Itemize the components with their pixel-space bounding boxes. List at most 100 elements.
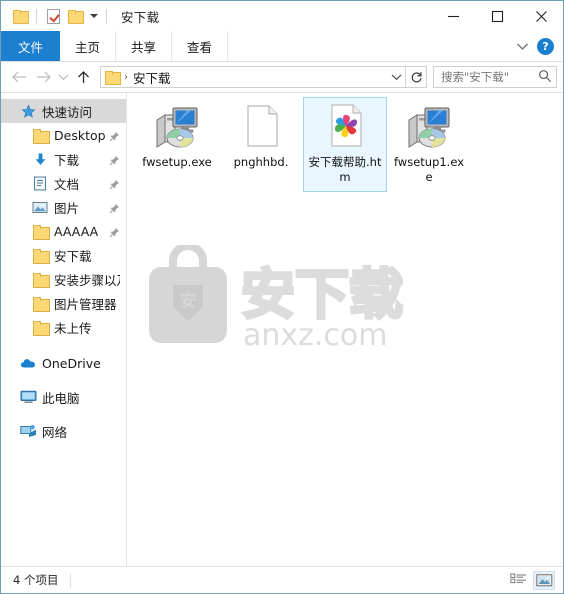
document-icon (31, 175, 49, 191)
chevron-down-icon[interactable] (515, 39, 529, 53)
sidebar-item-documents[interactable]: 文档 (1, 171, 126, 195)
file-item[interactable]: fwsetup1.exe (387, 97, 471, 192)
sidebar-item-downloads[interactable]: 下载 (1, 147, 126, 171)
search-icon[interactable] (538, 68, 552, 87)
breadcrumb-dropdown-icon[interactable] (387, 67, 405, 87)
folder-icon (31, 223, 50, 240)
back-button[interactable] (7, 65, 31, 89)
folder-icon (31, 127, 50, 144)
explorer-body: 快速访问 Desktop 下载 文档 图片 AAAAA 安下载 安装步骤以 图片… (1, 92, 563, 566)
tab-file[interactable]: 文件 (1, 31, 61, 61)
sidebar-item-quick-access[interactable]: 快速访问 (1, 99, 126, 123)
large-icons-view-icon[interactable] (533, 570, 555, 590)
file-list-pane[interactable]: 安 安下载 anxz.com fwsetup.exe pnghhbd. 安下载帮… (127, 93, 563, 566)
pin-icon[interactable] (109, 226, 120, 237)
status-divider (70, 572, 72, 588)
tab-home[interactable]: 主页 (60, 31, 117, 61)
tab-view[interactable]: 查看 (172, 31, 229, 61)
folder-properties-icon[interactable] (10, 6, 30, 26)
setup-exe-icon (405, 102, 453, 150)
download-icon (31, 151, 49, 167)
file-name: fwsetup.exe (142, 155, 212, 169)
close-button[interactable] (519, 1, 563, 31)
file-item[interactable]: fwsetup.exe (135, 97, 219, 192)
breadcrumb-folder-icon (105, 71, 121, 85)
folder-icon (31, 247, 50, 264)
sidebar-item-this-pc[interactable]: 此电脑 (1, 385, 126, 409)
sidebar-item-not-uploaded[interactable]: 未上传 (1, 315, 126, 339)
sidebar-item-label: 文档 (54, 176, 80, 192)
file-grid: fwsetup.exe pnghhbd. 安下载帮助.htm fwsetup1.… (135, 97, 471, 192)
file-name: fwsetup1.exe (393, 155, 465, 184)
folder-icon (31, 271, 50, 288)
sidebar-item-label: 未上传 (54, 320, 92, 336)
site-watermark: 安 安下载 anxz.com (145, 242, 411, 357)
sidebar-item-install-steps[interactable]: 安装步骤以及 (1, 267, 126, 291)
sidebar-item-label: 安装步骤以及 (54, 272, 120, 288)
file-item[interactable]: pnghhbd. (219, 97, 303, 192)
title-bar: 安下载 (1, 1, 563, 31)
sidebar-gap-2 (1, 375, 126, 385)
pin-icon[interactable] (109, 178, 120, 189)
file-name: pnghhbd. (233, 155, 289, 169)
address-bar: › 安下载 搜索"安下载" (1, 62, 563, 92)
view-mode-buttons (507, 570, 555, 590)
sidebar-item-label: OneDrive (42, 355, 101, 371)
setup-exe-icon (153, 102, 201, 150)
status-bar: 4 个项目 (1, 566, 563, 593)
pin-icon[interactable] (109, 130, 120, 141)
html-chrome-icon (321, 102, 369, 150)
breadcrumb-separator[interactable]: › (122, 72, 133, 83)
search-input[interactable]: 搜索"安下载" (433, 66, 557, 88)
pin-icon[interactable] (109, 154, 120, 165)
sidebar-item-label: 图片 (54, 200, 80, 216)
up-button[interactable] (71, 65, 95, 89)
sidebar-item-label: Desktop (54, 127, 106, 143)
folder-icon (31, 295, 50, 312)
pin-icon[interactable] (109, 202, 120, 213)
svg-text:安: 安 (180, 292, 197, 312)
sidebar-item-aaaaa[interactable]: AAAAA (1, 219, 126, 243)
sidebar-gap-1 (1, 339, 126, 351)
sidebar-gap-3 (1, 409, 126, 419)
breadcrumb-path[interactable]: 安下载 (133, 68, 171, 87)
svg-text:安下载: 安下载 (241, 263, 403, 326)
item-count-label: 4 个项目 (13, 573, 59, 587)
file-explorer-window: 安下载 文件 主页 共享 查看 ? › 安下载 搜索"安下载" 快速访问 Des… (0, 0, 564, 594)
sidebar-item-label: 安下载 (54, 248, 92, 264)
breadcrumb[interactable]: › 安下载 (100, 66, 427, 88)
ribbon-tab-bar: 文件 主页 共享 查看 ? (1, 31, 563, 62)
forward-button[interactable] (31, 65, 55, 89)
new-folder-icon[interactable] (65, 6, 85, 26)
sidebar-item-label: 此电脑 (42, 390, 80, 406)
file-item-selected[interactable]: 安下载帮助.htm (303, 97, 387, 192)
tab-share[interactable]: 共享 (116, 31, 173, 61)
sidebar-item-desktop[interactable]: Desktop (1, 123, 126, 147)
minimize-button[interactable] (431, 1, 475, 31)
maximize-button[interactable] (475, 1, 519, 31)
sidebar-item-label: 下载 (54, 152, 80, 168)
sidebar-item-anxiazai[interactable]: 安下载 (1, 243, 126, 267)
svg-text:anxz.com: anxz.com (243, 318, 388, 353)
sidebar-item-onedrive[interactable]: OneDrive (1, 351, 126, 375)
file-name: 安下载帮助.htm (308, 155, 382, 184)
checkmark-properties-icon[interactable] (43, 6, 63, 26)
sidebar-item-picture-manager[interactable]: 图片管理器 (1, 291, 126, 315)
sidebar-item-pictures[interactable]: 图片 (1, 195, 126, 219)
window-title: 安下载 (121, 9, 160, 25)
navigation-pane[interactable]: 快速访问 Desktop 下载 文档 图片 AAAAA 安下载 安装步骤以 图片… (1, 93, 127, 566)
pictures-icon (31, 199, 49, 215)
search-placeholder: 搜索"安下载" (441, 70, 510, 84)
refresh-icon[interactable] (406, 67, 426, 87)
details-view-icon[interactable] (507, 571, 529, 590)
recent-locations-icon[interactable] (55, 65, 71, 89)
sidebar-item-label: 快速访问 (42, 104, 93, 120)
star-icon (19, 103, 37, 119)
help-icon[interactable]: ? (537, 37, 554, 55)
network-icon (19, 423, 37, 439)
ribbon-right-controls: ? (515, 31, 563, 61)
folder-icon (31, 319, 50, 336)
cloud-icon (19, 355, 37, 371)
customize-caret-icon[interactable] (87, 6, 100, 26)
sidebar-item-network[interactable]: 网络 (1, 419, 126, 443)
